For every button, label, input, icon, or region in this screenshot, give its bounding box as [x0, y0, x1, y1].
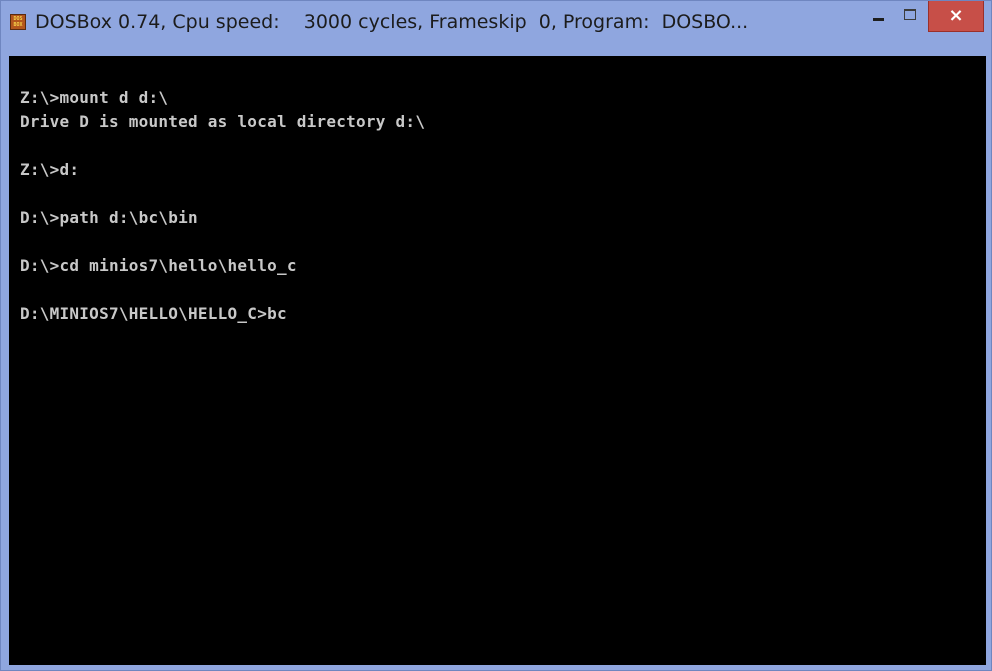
dosbox-app-icon[interactable]: DOS BOX: [10, 14, 26, 30]
console-line: Drive D is mounted as local directory d:…: [20, 112, 426, 131]
console-line: D:\>cd minios7\hello\hello_c: [20, 256, 297, 275]
maximize-icon: [904, 9, 916, 20]
minimize-button[interactable]: [863, 1, 895, 32]
command-prompt-line[interactable]: D:\MINIOS7\HELLO\HELLO_C>bc: [20, 302, 425, 326]
close-button[interactable]: ×: [928, 1, 984, 32]
close-icon: ×: [948, 5, 964, 26]
maximize-button[interactable]: [896, 1, 926, 32]
minimize-icon: [873, 18, 884, 21]
app-icon-text-bottom: BOX: [13, 22, 23, 28]
window-title: DOSBox 0.74, Cpu speed: 3000 cycles, Fra…: [35, 11, 749, 33]
dosbox-window: DOS BOX DOSBox 0.74, Cpu speed: 3000 cyc…: [0, 0, 992, 671]
title-bar[interactable]: DOS BOX DOSBox 0.74, Cpu speed: 3000 cyc…: [1, 1, 991, 56]
console-output: Z:\>mount d d:\ Drive D is mounted as lo…: [20, 86, 425, 326]
console-line: D:\>path d:\bc\bin: [20, 208, 198, 227]
console-line: Z:\>mount d d:\: [20, 88, 169, 107]
console-line: Z:\>d:: [20, 160, 80, 179]
dos-console[interactable]: Z:\>mount d d:\ Drive D is mounted as lo…: [9, 56, 986, 665]
